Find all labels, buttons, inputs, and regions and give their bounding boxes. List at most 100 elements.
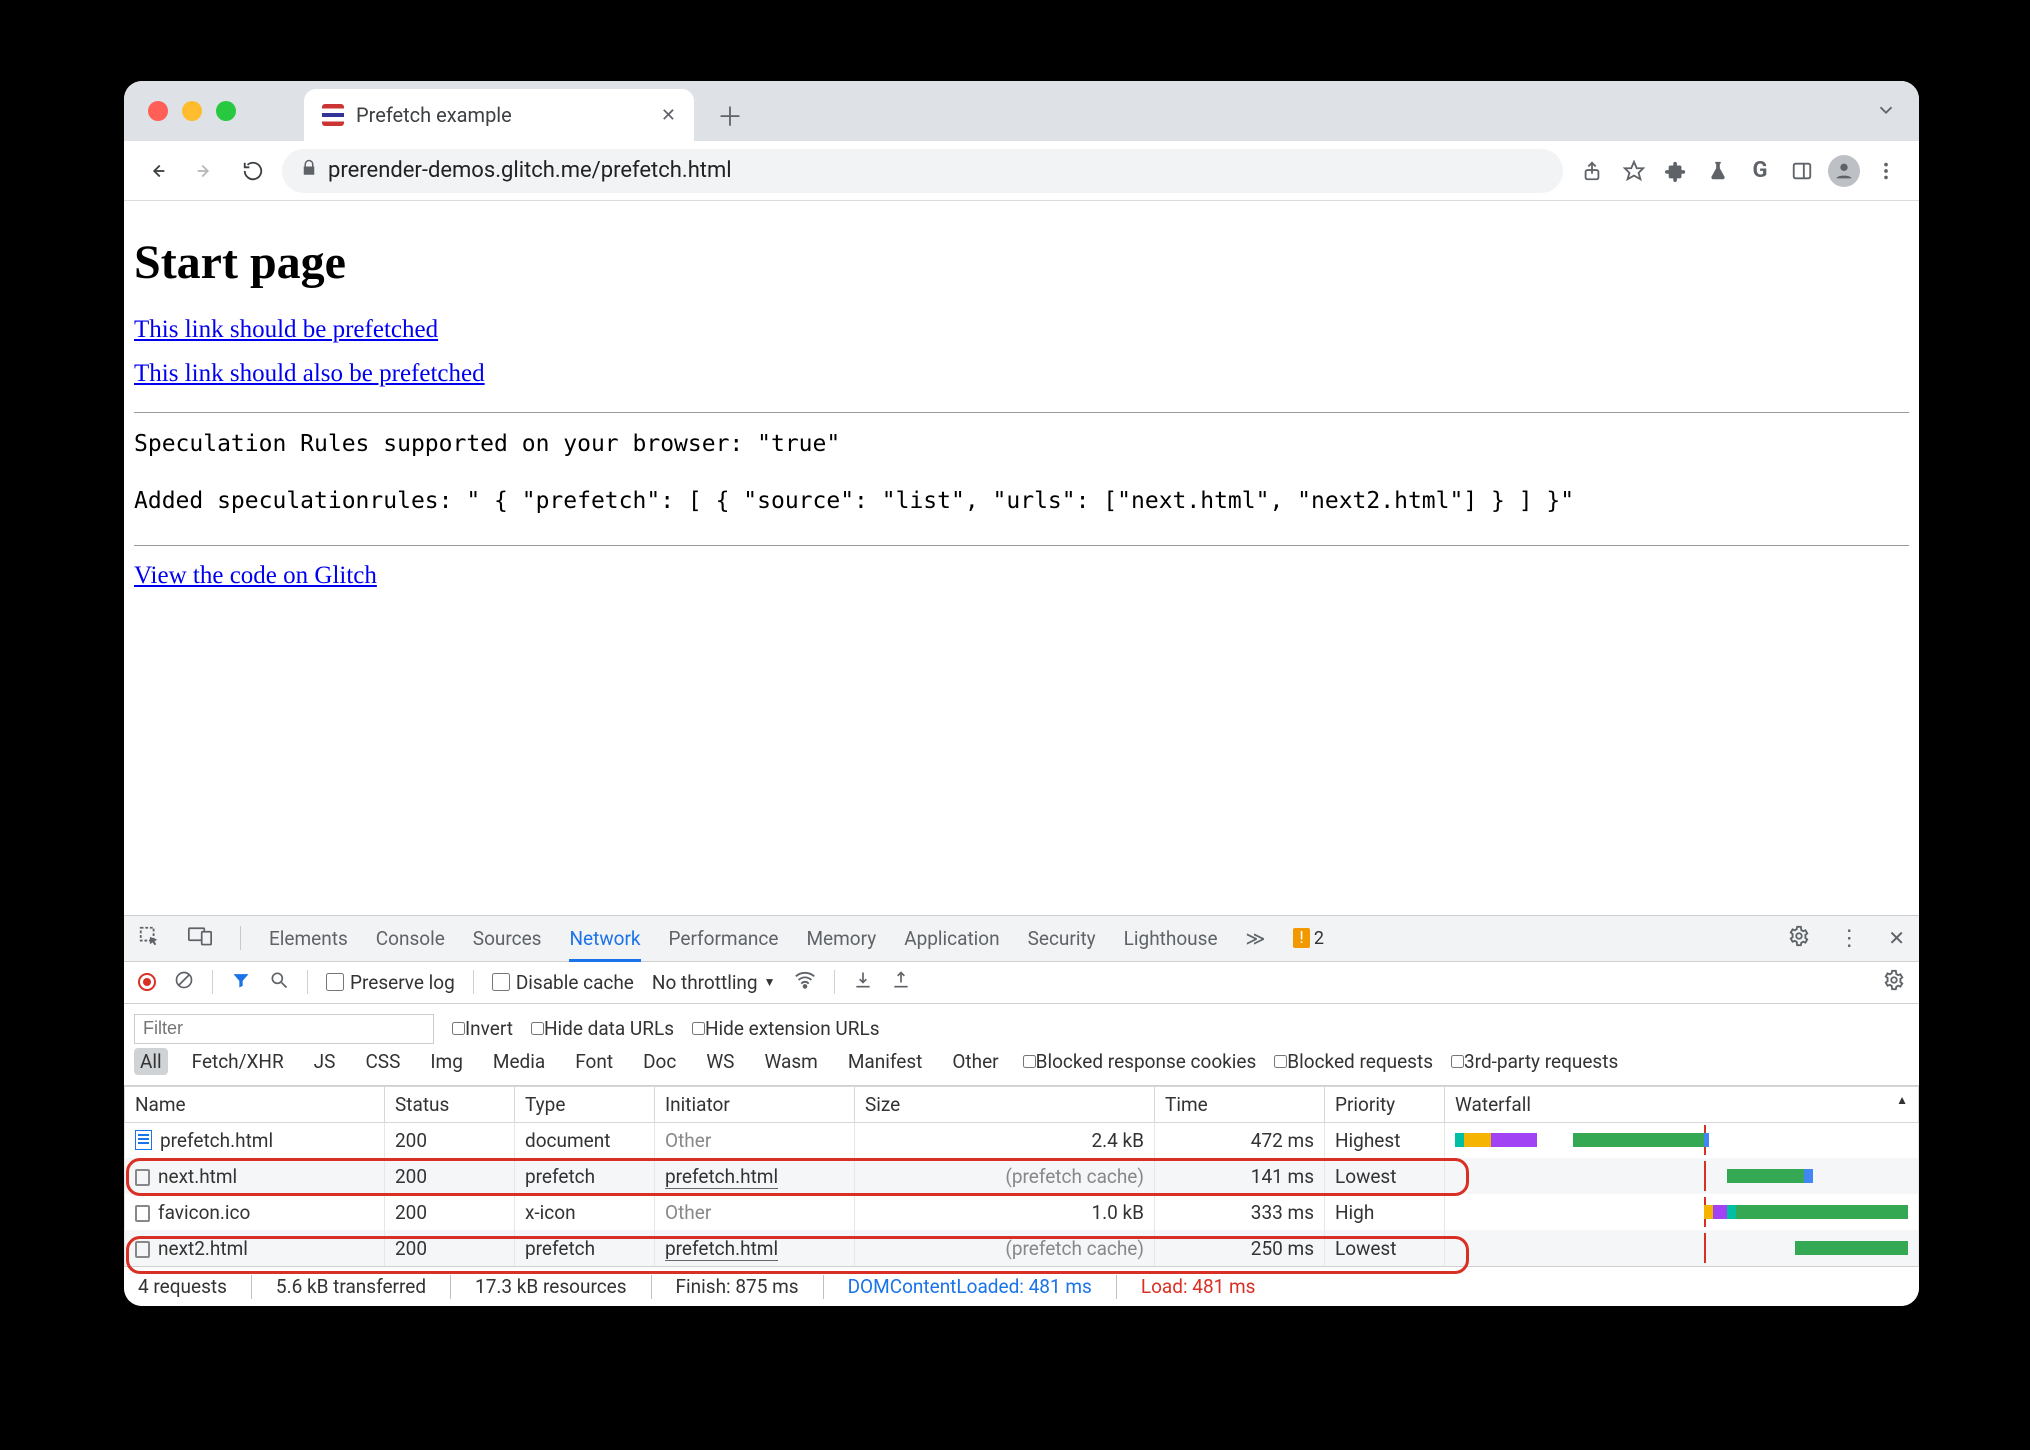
tab-strip: Prefetch example ✕ ＋ (124, 81, 1919, 141)
tab-elements[interactable]: Elements (269, 927, 348, 950)
type-fetch[interactable]: Fetch/XHR (186, 1048, 290, 1075)
export-har-icon[interactable] (853, 970, 873, 995)
col-waterfall[interactable]: Waterfall▲ (1445, 1086, 1919, 1122)
address-bar[interactable]: prerender-demos.glitch.me/prefetch.html (282, 149, 1563, 193)
hide-data-urls-checkbox[interactable]: Hide data URLs (531, 1017, 674, 1040)
favicon-icon (322, 104, 344, 126)
tab-memory[interactable]: Memory (806, 927, 876, 950)
col-size[interactable]: Size (855, 1086, 1155, 1122)
type-doc[interactable]: Doc (637, 1048, 682, 1075)
code-line-1: Speculation Rules supported on your brow… (134, 425, 1909, 464)
minimize-window-button[interactable] (182, 101, 202, 121)
inspect-icon[interactable] (138, 925, 160, 952)
type-other[interactable]: Other (946, 1048, 1004, 1075)
browser-tab[interactable]: Prefetch example ✕ (304, 89, 694, 141)
back-button[interactable] (138, 152, 176, 190)
third-party-checkbox[interactable]: 3rd-party requests (1451, 1050, 1618, 1073)
disable-cache-checkbox[interactable]: Disable cache (492, 971, 634, 994)
devtools-menu-icon[interactable]: ⋮ (1838, 926, 1860, 951)
type-font[interactable]: Font (569, 1048, 619, 1075)
filter-icon[interactable] (231, 970, 251, 995)
tab-sources[interactable]: Sources (473, 927, 542, 950)
share-icon[interactable] (1573, 152, 1611, 190)
status-finish: Finish: 875 ms (676, 1275, 799, 1298)
tabs-menu-button[interactable] (1875, 99, 1897, 125)
network-status-bar: 4 requests 5.6 kB transferred 17.3 kB re… (124, 1266, 1919, 1306)
labs-flask-icon[interactable] (1699, 152, 1737, 190)
tab-close-button[interactable]: ✕ (661, 105, 676, 126)
tab-console[interactable]: Console (376, 927, 445, 950)
new-tab-button[interactable]: ＋ (710, 95, 750, 135)
col-status[interactable]: Status (385, 1086, 515, 1122)
browser-window: Prefetch example ✕ ＋ prerender-demos.gli… (124, 81, 1919, 1306)
table-row[interactable]: next.html200prefetchprefetch.html(prefet… (125, 1158, 1919, 1194)
settings-gear-icon[interactable] (1788, 925, 1810, 952)
tab-title: Prefetch example (356, 103, 512, 127)
tab-security[interactable]: Security (1028, 927, 1096, 950)
type-css[interactable]: CSS (359, 1048, 406, 1075)
record-button[interactable] (138, 973, 156, 991)
page-heading: Start page (134, 235, 1909, 290)
forward-button[interactable] (186, 152, 224, 190)
close-window-button[interactable] (148, 101, 168, 121)
type-js[interactable]: JS (308, 1048, 342, 1075)
status-transferred: 5.6 kB transferred (276, 1275, 426, 1298)
status-dcl: DOMContentLoaded: 481 ms (848, 1275, 1092, 1298)
type-manifest[interactable]: Manifest (842, 1048, 929, 1075)
status-load: Load: 481 ms (1141, 1275, 1256, 1298)
device-toggle-icon[interactable] (188, 925, 212, 952)
more-tabs-icon[interactable]: ≫ (1246, 927, 1266, 950)
search-icon[interactable] (269, 970, 289, 995)
toolbar-right: G (1573, 152, 1905, 190)
maximize-window-button[interactable] (216, 101, 236, 121)
network-settings-icon[interactable] (1883, 969, 1905, 996)
filter-input[interactable] (134, 1014, 434, 1044)
kebab-menu-icon[interactable] (1867, 152, 1905, 190)
blocked-requests-checkbox[interactable]: Blocked requests (1274, 1050, 1433, 1073)
file-icon (135, 1241, 150, 1258)
profile-avatar[interactable] (1825, 152, 1863, 190)
col-name[interactable]: Name (125, 1086, 385, 1122)
lock-icon (300, 158, 318, 183)
document-icon (135, 1130, 152, 1150)
page-content: Start page This link should be prefetche… (124, 201, 1919, 616)
col-time[interactable]: Time (1155, 1086, 1325, 1122)
tab-performance[interactable]: Performance (669, 927, 779, 950)
waterfall-cell (1455, 1129, 1908, 1151)
network-conditions-icon[interactable] (794, 969, 816, 996)
google-g-icon[interactable]: G (1741, 152, 1779, 190)
type-ws[interactable]: WS (700, 1048, 740, 1075)
invert-checkbox[interactable]: Invert (452, 1017, 513, 1040)
devtools-close-icon[interactable]: ✕ (1888, 926, 1905, 950)
type-wasm[interactable]: Wasm (758, 1048, 823, 1075)
waterfall-cell (1455, 1165, 1908, 1187)
code-line-2: Added speculationrules: " { "prefetch": … (134, 482, 1909, 521)
hide-extension-urls-checkbox[interactable]: Hide extension URLs (692, 1017, 880, 1040)
type-img[interactable]: Img (424, 1048, 469, 1075)
blocked-cookies-checkbox[interactable]: Blocked response cookies (1023, 1050, 1257, 1073)
col-initiator[interactable]: Initiator (655, 1086, 855, 1122)
reload-button[interactable] (234, 152, 272, 190)
warnings-indicator[interactable]: !2 (1293, 928, 1324, 949)
extensions-icon[interactable] (1657, 152, 1695, 190)
table-row[interactable]: next2.html200prefetchprefetch.html(prefe… (125, 1230, 1919, 1266)
type-all[interactable]: All (134, 1048, 168, 1075)
col-type[interactable]: Type (515, 1086, 655, 1122)
tab-lighthouse[interactable]: Lighthouse (1124, 927, 1218, 950)
type-media[interactable]: Media (487, 1048, 551, 1075)
prefetch-link-1[interactable]: This link should be prefetched (134, 316, 438, 344)
clear-icon[interactable] (174, 970, 194, 995)
tab-network[interactable]: Network (569, 927, 640, 962)
table-row[interactable]: prefetch.html200documentOther2.4 kB472 m… (125, 1122, 1919, 1158)
glitch-link[interactable]: View the code on Glitch (134, 562, 377, 590)
throttling-select[interactable]: No throttling ▼ (652, 971, 776, 994)
col-priority[interactable]: Priority (1325, 1086, 1445, 1122)
tab-application[interactable]: Application (904, 927, 999, 950)
prefetch-link-2[interactable]: This link should also be prefetched (134, 360, 485, 388)
table-header-row: Name Status Type Initiator Size Time Pri… (125, 1086, 1919, 1122)
preserve-log-checkbox[interactable]: Preserve log (326, 971, 455, 994)
table-row[interactable]: favicon.ico200x-iconOther1.0 kB333 msHig… (125, 1194, 1919, 1230)
side-panel-icon[interactable] (1783, 152, 1821, 190)
bookmark-star-icon[interactable] (1615, 152, 1653, 190)
import-har-icon[interactable] (891, 970, 911, 995)
